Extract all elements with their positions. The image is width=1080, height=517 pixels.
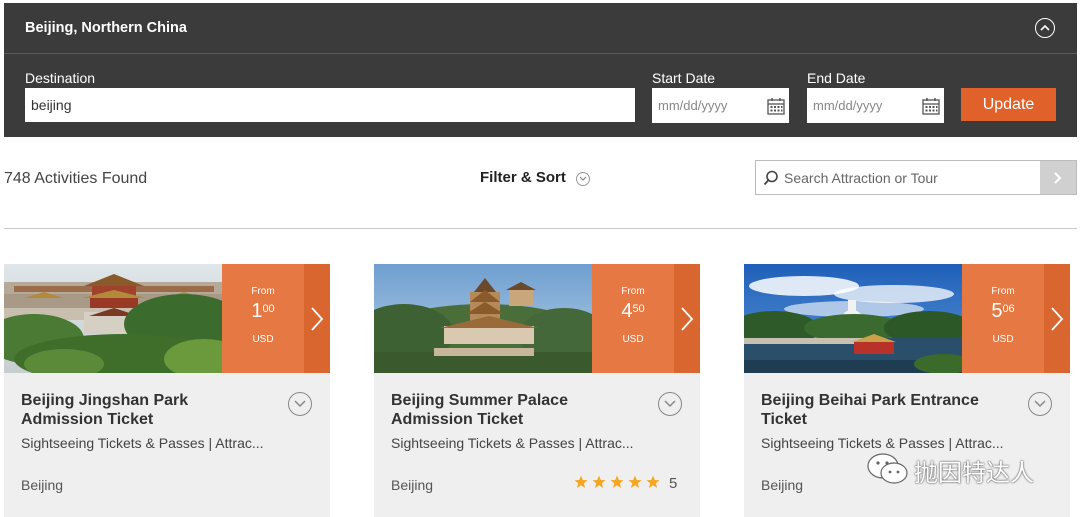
panel-divider	[4, 53, 1077, 54]
destination-input[interactable]	[25, 88, 635, 122]
destination-label: Destination	[25, 70, 96, 86]
chevron-down-icon	[1034, 400, 1046, 408]
activity-location: Beijing	[391, 477, 434, 493]
activity-location: Beijing	[761, 477, 804, 493]
price-tag[interactable]: From 506 USD	[962, 264, 1044, 373]
card-expand-button[interactable]	[658, 392, 682, 416]
card-next-button[interactable]	[1044, 264, 1070, 373]
star-icon	[646, 475, 660, 488]
filter-sort-button[interactable]: Filter & Sort	[480, 169, 566, 186]
chevron-right-icon	[681, 307, 694, 331]
activity-photo[interactable]	[374, 264, 592, 373]
price-from-label: From	[991, 286, 1015, 297]
star-icon	[592, 475, 606, 488]
panel-title: Beijing, Northern China	[25, 20, 187, 36]
chevron-right-icon	[1051, 307, 1064, 331]
activity-title[interactable]: Beijing Summer Palace Admission Ticket	[391, 391, 641, 429]
start-date-input[interactable]	[652, 88, 760, 123]
search-panel: Beijing, Northern China Destination Star…	[4, 3, 1077, 137]
chevron-up-icon	[1040, 24, 1050, 31]
update-button[interactable]: Update	[961, 88, 1056, 121]
activity-card[interactable]: From 100 USD Beijing Jingshan Park Admis…	[4, 264, 330, 517]
card-expand-button[interactable]	[1028, 392, 1052, 416]
chevron-down-icon	[294, 400, 306, 408]
price-currency: USD	[992, 334, 1014, 345]
price-currency: USD	[252, 334, 274, 345]
activity-photo[interactable]	[744, 264, 962, 373]
chevron-down-icon	[579, 176, 587, 181]
filter-sort-toggle[interactable]	[576, 172, 590, 186]
end-date-label: End Date	[807, 70, 866, 86]
activity-photo[interactable]	[4, 264, 222, 373]
wechat-icon	[867, 453, 908, 484]
start-date-label: Start Date	[652, 70, 716, 86]
attraction-search[interactable]	[755, 160, 1077, 195]
price-currency: USD	[622, 334, 644, 345]
end-date-field[interactable]	[807, 88, 944, 123]
price-tag[interactable]: From 450 USD	[592, 264, 674, 373]
search-icon	[763, 170, 778, 186]
collapse-panel-button[interactable]	[1035, 18, 1055, 38]
card-expand-button[interactable]	[288, 392, 312, 416]
activity-category: Sightseeing Tickets & Passes | Attrac...	[391, 435, 634, 451]
price-tag[interactable]: From 100 USD	[222, 264, 304, 373]
end-date-input[interactable]	[807, 88, 915, 123]
star-icon	[574, 475, 588, 488]
search-submit-button[interactable]	[1040, 161, 1076, 194]
search-input[interactable]	[784, 161, 1034, 194]
watermark: 抛因特达人	[862, 449, 1047, 489]
card-next-button[interactable]	[674, 264, 700, 373]
watermark-text: 抛因特达人	[914, 459, 1034, 487]
star-icon	[628, 475, 642, 488]
activity-location: Beijing	[21, 477, 64, 493]
price-from-label: From	[251, 286, 275, 297]
calendar-icon[interactable]	[922, 97, 940, 115]
divider	[4, 228, 1077, 229]
price-value: 506	[991, 300, 1015, 322]
calendar-icon[interactable]	[767, 97, 785, 115]
rating-value: 5	[669, 475, 678, 492]
start-date-field[interactable]	[652, 88, 789, 123]
price-value: 100	[251, 300, 275, 322]
activity-title[interactable]: Beijing Jingshan Park Admission Ticket	[21, 391, 271, 429]
activity-card[interactable]: From 450 USD Beijing Summer Palace Admis…	[374, 264, 700, 517]
activity-title[interactable]: Beijing Beihai Park Entrance Ticket	[761, 391, 1011, 429]
card-next-button[interactable]	[304, 264, 330, 373]
chevron-down-icon	[664, 400, 676, 408]
results-count: 748 Activities Found	[4, 170, 148, 187]
star-icon	[610, 475, 624, 488]
activity-category: Sightseeing Tickets & Passes | Attrac...	[21, 435, 264, 451]
chevron-right-icon	[311, 307, 324, 331]
price-value: 450	[621, 300, 645, 322]
chevron-right-icon	[1054, 172, 1062, 184]
star-rating	[574, 475, 660, 488]
price-from-label: From	[621, 286, 645, 297]
